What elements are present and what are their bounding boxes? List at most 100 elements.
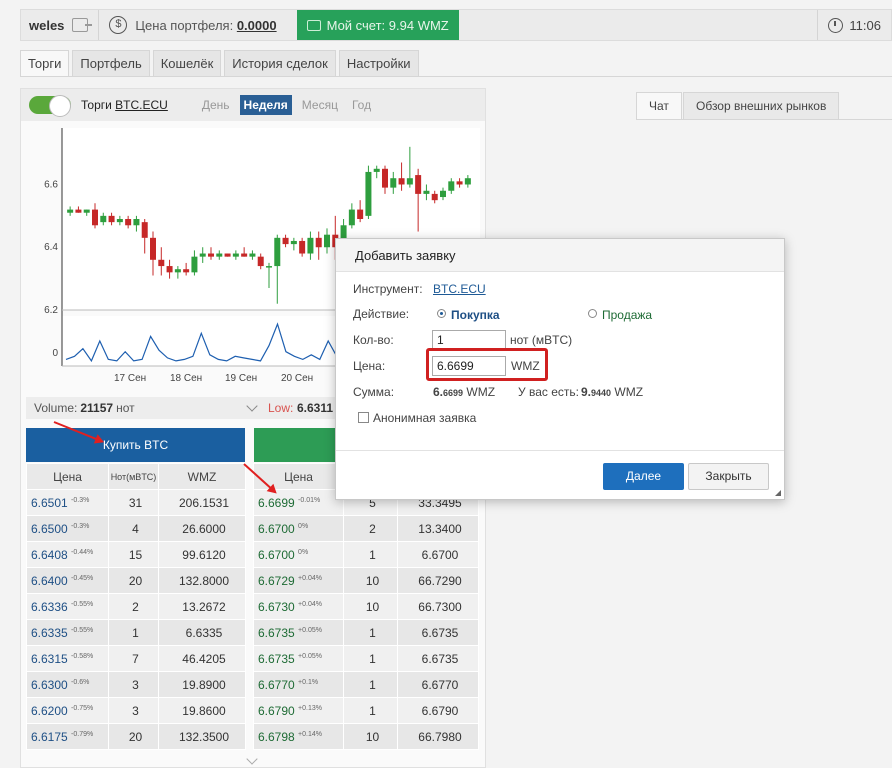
candle-body bbox=[75, 209, 82, 213]
resize-handle-icon[interactable] bbox=[775, 490, 781, 496]
instrument-value[interactable]: BTC.ECU bbox=[433, 282, 486, 296]
tab-trading[interactable]: Торги bbox=[20, 50, 70, 77]
table-row[interactable]: 6.6200 -0.75% 3 19.8600 bbox=[26, 697, 246, 724]
price-cell[interactable]: 6.6798 +0.14% bbox=[253, 723, 344, 750]
sell-option-label[interactable]: Продажа bbox=[602, 308, 652, 322]
portfolio-label: Цена портфеля: bbox=[135, 17, 234, 33]
portfolio-value[interactable]: 0.0000 bbox=[237, 18, 277, 33]
table-row[interactable]: 6.6790 +0.13% 1 6.6790 bbox=[253, 697, 479, 724]
candle-body bbox=[241, 253, 248, 257]
table-row[interactable]: 6.6735 +0.05% 1 6.6735 bbox=[253, 619, 479, 646]
table-row[interactable]: 6.6408 -0.44% 15 99.6120 bbox=[26, 541, 246, 568]
price-cell[interactable]: 6.6730 +0.04% bbox=[253, 593, 344, 620]
qty-cell: 4 bbox=[108, 515, 159, 542]
tab-external-markets[interactable]: Обзор внешних рынков bbox=[683, 92, 840, 120]
anonymous-label[interactable]: Анонимная заявка bbox=[373, 411, 476, 425]
chevron-down-icon[interactable] bbox=[246, 400, 258, 412]
candle-body bbox=[274, 237, 281, 267]
wmz-cell: 99.6120 bbox=[158, 541, 246, 568]
right-tab-underline bbox=[636, 119, 892, 120]
account-badge[interactable]: Мой счет: 9.94 WMZ bbox=[296, 10, 459, 40]
table-row[interactable]: 6.6300 -0.6% 3 19.8900 bbox=[26, 671, 246, 698]
price-value: 6.6729 bbox=[258, 573, 295, 588]
logout-icon[interactable] bbox=[72, 18, 93, 32]
table-row[interactable]: 6.6501 -0.3% 31 206.1531 bbox=[26, 489, 246, 516]
candle-body bbox=[224, 253, 231, 257]
price-change: +0.1% bbox=[298, 678, 319, 686]
price-cell[interactable]: 6.6500 -0.3% bbox=[26, 515, 109, 542]
sell-orders-table: Цена 6.6699 -0.01% 5 33.3495 6.6700 0% 2 13.3… bbox=[253, 463, 479, 750]
buy-button[interactable]: Купить BTC bbox=[26, 428, 245, 462]
price-cell[interactable]: 6.6315 -0.58% bbox=[26, 645, 109, 672]
tab-settings[interactable]: Настройки bbox=[338, 50, 419, 77]
table-row[interactable]: 6.6770 +0.1% 1 6.6770 bbox=[253, 671, 479, 698]
table-row[interactable]: 6.6400 -0.45% 20 132.8000 bbox=[26, 567, 246, 594]
chart-toggle[interactable] bbox=[29, 95, 71, 117]
price-cell[interactable]: 6.6408 -0.44% bbox=[26, 541, 109, 568]
price-cell[interactable]: 6.6735 +0.05% bbox=[253, 619, 344, 646]
price-cell[interactable]: 6.6770 +0.1% bbox=[253, 671, 344, 698]
period-month[interactable]: Месяц bbox=[298, 95, 342, 115]
table-row[interactable]: 6.6735 +0.05% 1 6.6735 bbox=[253, 645, 479, 672]
price-cell[interactable]: 6.6735 +0.05% bbox=[253, 645, 344, 672]
candle-body bbox=[431, 193, 438, 201]
price-cell[interactable]: 6.6699 -0.01% bbox=[253, 489, 344, 516]
period-day[interactable]: День bbox=[198, 95, 234, 115]
price-cell[interactable]: 6.6501 -0.3% bbox=[26, 489, 109, 516]
table-row[interactable]: 6.6315 -0.58% 7 46.4205 bbox=[26, 645, 246, 672]
next-button[interactable]: Далее bbox=[603, 463, 684, 490]
table-row[interactable]: 6.6730 +0.04% 10 66.7300 bbox=[253, 593, 479, 620]
divider bbox=[98, 10, 100, 40]
price-change: +0.04% bbox=[298, 574, 322, 582]
table-row[interactable]: 6.6335 -0.55% 1 6.6335 bbox=[26, 619, 246, 646]
table-row[interactable]: 6.6175 -0.79% 20 132.3500 bbox=[26, 723, 246, 750]
price-cell[interactable]: 6.6335 -0.55% bbox=[26, 619, 109, 646]
period-week[interactable]: Неделя bbox=[239, 95, 292, 115]
price-cell[interactable]: 6.6336 -0.55% bbox=[26, 593, 109, 620]
price-cell[interactable]: 6.6729 +0.04% bbox=[253, 567, 344, 594]
table-row[interactable]: 6.6500 -0.3% 4 26.6000 bbox=[26, 515, 246, 542]
price-change: +0.14% bbox=[298, 730, 322, 738]
table-row[interactable]: 6.6700 0% 2 13.3400 bbox=[253, 515, 479, 542]
col-qty-unit: (мBTC) bbox=[126, 471, 157, 482]
qty-cell: 31 bbox=[108, 489, 159, 516]
wmz-cell: 13.3400 bbox=[397, 515, 479, 542]
table-row[interactable]: 6.6798 +0.14% 10 66.7980 bbox=[253, 723, 479, 750]
table-row[interactable]: 6.6700 0% 1 6.6700 bbox=[253, 541, 479, 568]
price-cell[interactable]: 6.6300 -0.6% bbox=[26, 671, 109, 698]
candle-body bbox=[464, 178, 471, 185]
price-value: 6.6735 bbox=[258, 625, 295, 640]
period-year[interactable]: Год bbox=[348, 95, 375, 115]
tab-wallet[interactable]: Кошелёк bbox=[152, 50, 222, 77]
qty-unit: нот (мBTC) bbox=[510, 333, 573, 347]
table-row[interactable]: 6.6336 -0.55% 2 13.2672 bbox=[26, 593, 246, 620]
sum-unit: WMZ bbox=[466, 385, 496, 399]
close-button[interactable]: Закрыть bbox=[688, 463, 769, 490]
price-cell[interactable]: 6.6700 0% bbox=[253, 515, 344, 542]
anonymous-checkbox[interactable] bbox=[358, 412, 369, 423]
candle-body bbox=[133, 219, 140, 226]
tab-history[interactable]: История сделок bbox=[224, 50, 336, 77]
price-cell[interactable]: 6.6700 0% bbox=[253, 541, 344, 568]
price-value: 6.6699 bbox=[258, 495, 295, 510]
candle-body bbox=[382, 168, 388, 188]
candle-body bbox=[108, 215, 115, 223]
instrument-link[interactable]: BTC.ECU bbox=[115, 98, 168, 112]
tab-portfolio[interactable]: Портфель bbox=[72, 50, 150, 77]
price-cell[interactable]: 6.6175 -0.79% bbox=[26, 723, 109, 750]
price-cell[interactable]: 6.6790 +0.13% bbox=[253, 697, 344, 724]
qty-cell: 3 bbox=[108, 697, 159, 724]
tab-chat[interactable]: Чат bbox=[636, 92, 682, 120]
price-cell[interactable]: 6.6400 -0.45% bbox=[26, 567, 109, 594]
buy-option-label[interactable]: Покупка bbox=[451, 308, 500, 322]
sell-radio[interactable] bbox=[588, 309, 597, 318]
buy-radio[interactable] bbox=[437, 309, 446, 318]
candle-body bbox=[315, 237, 322, 248]
price-change: -0.45% bbox=[71, 574, 94, 582]
col-wmz: WMZ bbox=[158, 463, 246, 490]
candle-body bbox=[406, 178, 413, 185]
table-row[interactable]: 6.6729 +0.04% 10 66.7290 bbox=[253, 567, 479, 594]
price-cell[interactable]: 6.6200 -0.75% bbox=[26, 697, 109, 724]
qty-input[interactable] bbox=[432, 330, 506, 350]
qty-cell: 20 bbox=[108, 567, 159, 594]
